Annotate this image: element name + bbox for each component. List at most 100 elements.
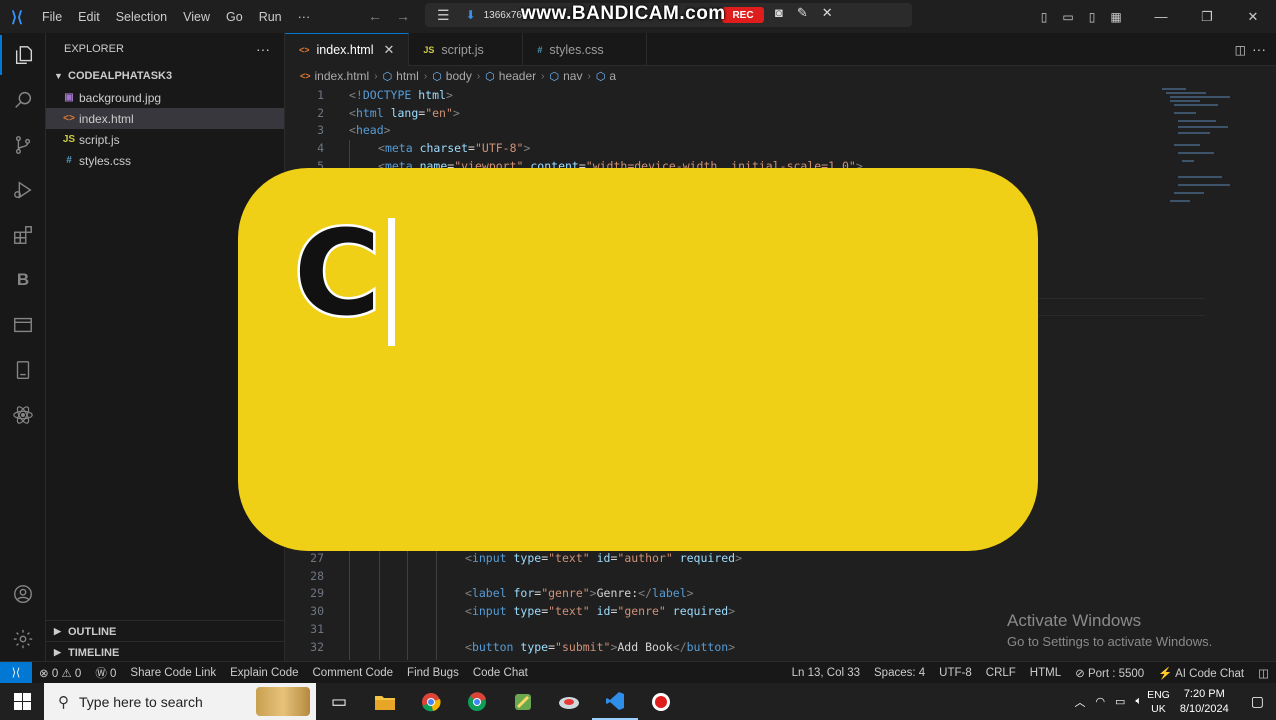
chrome-profile-taskbar-icon[interactable] — [454, 683, 500, 720]
restore-icon[interactable]: ❐ — [1184, 9, 1230, 25]
outline-label: OUTLINE — [68, 625, 117, 638]
symbol-element-icon: ⬡ — [485, 70, 495, 83]
wifi-icon[interactable]: ◠ — [1090, 695, 1110, 708]
split-editor-icon[interactable]: ◫ — [1235, 43, 1246, 57]
breadcrumb-item[interactable]: index.html — [315, 69, 370, 83]
outline-section[interactable]: ▶ OUTLINE — [46, 620, 285, 642]
breadcrumb-item[interactable]: nav — [563, 69, 582, 83]
lang-bottom: UK — [1151, 702, 1166, 715]
taskbar-search-box[interactable]: ⚲ Type here to search — [44, 683, 316, 720]
breadcrumb-item[interactable]: html — [396, 69, 419, 83]
encoding-indicator[interactable]: UTF-8 — [932, 667, 979, 679]
code-token: = — [468, 141, 475, 156]
line-number: 4 — [317, 141, 324, 156]
minimap[interactable] — [1162, 86, 1234, 216]
explorer-more-button[interactable]: ··· — [256, 41, 270, 57]
battery-icon[interactable]: ▭ — [1110, 695, 1130, 708]
indentation-indicator[interactable]: Spaces: 4 — [867, 667, 932, 679]
timeline-section[interactable]: ▶ TIMELINE — [46, 641, 285, 663]
file-item[interactable]: ▣ background.jpg — [46, 87, 284, 108]
file-item[interactable]: JS script.js — [46, 129, 284, 150]
code-line: 4 <meta charset="UTF-8"> — [285, 139, 1145, 157]
menu-edit[interactable]: Edit — [70, 10, 108, 24]
cloud-app-taskbar-icon[interactable] — [546, 683, 592, 720]
tab-label: script.js — [441, 42, 484, 57]
taskbar-clock[interactable]: 7:20 PM 8/10/2024 — [1170, 687, 1239, 717]
problems-indicator[interactable]: ⊗ 0 ⚠ 0 — [32, 666, 88, 680]
workspace-folder[interactable]: ▼ CODEALPHATASK3 — [46, 65, 284, 87]
chrome-taskbar-icon[interactable] — [408, 683, 454, 720]
bookmark-icon[interactable] — [0, 350, 46, 390]
explain-code-button[interactable]: Explain Code — [223, 667, 305, 679]
menu-run[interactable]: Run — [251, 10, 290, 24]
file-item[interactable]: # styles.css — [46, 150, 284, 171]
toggle-secondary-sidebar-icon[interactable]: ▯ — [1080, 10, 1104, 24]
breadcrumb-item[interactable]: a — [609, 69, 616, 83]
file-label: background.jpg — [79, 90, 162, 105]
tab-styles-css[interactable]: # styles.css — [523, 33, 648, 66]
tab-script-js[interactable]: JS script.js — [409, 33, 524, 66]
source-control-icon[interactable] — [0, 125, 46, 165]
windows-start-icon[interactable] — [0, 683, 44, 720]
toggle-panel-icon[interactable]: ▭ — [1056, 10, 1080, 24]
eol-indicator[interactable]: CRLF — [979, 667, 1023, 679]
menu-file[interactable]: File — [34, 10, 70, 24]
code-chat-button[interactable]: Code Chat — [466, 667, 535, 679]
tab-close-icon[interactable]: ✕ — [384, 42, 395, 58]
cursor-position[interactable]: Ln 13, Col 33 — [785, 667, 867, 679]
window-controls: ▯ ▭ ▯ ▦ — ❐ ✕ — [1032, 0, 1276, 33]
run-debug-icon[interactable] — [0, 170, 46, 210]
search-icon[interactable] — [0, 80, 46, 120]
find-bugs-button[interactable]: Find Bugs — [400, 667, 466, 679]
minimize-icon[interactable]: — — [1138, 9, 1184, 24]
forward-arrow-icon[interactable]: → — [396, 8, 410, 24]
accounts-icon[interactable] — [0, 574, 46, 614]
notifications-bell-icon[interactable]: ◫ — [1251, 666, 1276, 680]
menu-go[interactable]: Go — [218, 10, 251, 24]
notification-center-icon[interactable]: ▢ — [1239, 693, 1276, 710]
b-extension-icon[interactable]: B — [0, 260, 46, 300]
share-code-link-button[interactable]: Share Code Link — [123, 667, 223, 679]
window-close-icon[interactable]: ✕ — [1230, 9, 1276, 25]
bandicam-taskbar-icon[interactable] — [638, 683, 684, 720]
toggle-sidebar-icon[interactable]: ▯ — [1032, 10, 1056, 24]
remote-indicator-icon[interactable]: ⟩⟨ — [0, 661, 32, 684]
menu-view[interactable]: View — [175, 10, 218, 24]
task-view-icon[interactable]: ▭ — [316, 683, 362, 720]
tab-label: styles.css — [549, 42, 604, 57]
live-server-port[interactable]: ⊘ Port : 5500 — [1068, 666, 1151, 680]
code-token: > — [383, 123, 391, 138]
camera-icon[interactable]: ◙ — [775, 5, 783, 21]
tab-index-html[interactable]: <> index.html ✕ — [285, 33, 410, 66]
close-icon[interactable]: ✕ — [822, 5, 833, 21]
react-atom-icon[interactable] — [0, 395, 46, 435]
remote-explorer-icon[interactable] — [0, 305, 46, 345]
vscode-taskbar-icon[interactable] — [592, 683, 638, 720]
pencil-icon[interactable]: ✎ — [797, 5, 808, 21]
breadcrumb-item[interactable]: header — [499, 69, 536, 83]
color-picker-taskbar-icon[interactable] — [500, 683, 546, 720]
explorer-icon[interactable] — [0, 35, 46, 75]
file-item[interactable]: <> index.html — [46, 108, 284, 129]
ai-code-chat-button[interactable]: ⚡ AI Code Chat — [1151, 666, 1251, 680]
file-explorer-taskbar-icon[interactable] — [362, 683, 408, 720]
pin-icon[interactable]: ⬇ — [466, 8, 476, 22]
bandicam-menu-icon[interactable]: ☰ — [437, 7, 450, 24]
back-arrow-icon[interactable]: ← — [368, 8, 382, 24]
extensions-icon[interactable] — [0, 215, 46, 255]
menu-selection[interactable]: Selection — [108, 10, 175, 24]
volume-icon[interactable]: 🔈︎ — [1130, 695, 1147, 708]
customize-layout-icon[interactable]: ▦ — [1104, 10, 1128, 24]
comment-code-button[interactable]: Comment Code — [306, 667, 401, 679]
editor-more-icon[interactable]: ··· — [1252, 41, 1266, 57]
settings-gear-icon[interactable] — [0, 619, 46, 659]
language-mode[interactable]: HTML — [1023, 667, 1068, 679]
status-right: Ln 13, Col 33 Spaces: 4 UTF-8 CRLF HTML … — [785, 662, 1276, 684]
code-token: > — [735, 551, 743, 565]
breadcrumb-item[interactable]: body — [446, 69, 472, 83]
input-language[interactable]: ENG UK — [1147, 688, 1170, 716]
menu-more[interactable]: ··· — [290, 10, 319, 24]
show-hidden-icons-chevron-icon[interactable]: ︿ — [1069, 694, 1090, 710]
rec-badge[interactable]: REC — [722, 7, 764, 23]
ports-indicator[interactable]: Ⓦ 0 — [88, 665, 123, 681]
